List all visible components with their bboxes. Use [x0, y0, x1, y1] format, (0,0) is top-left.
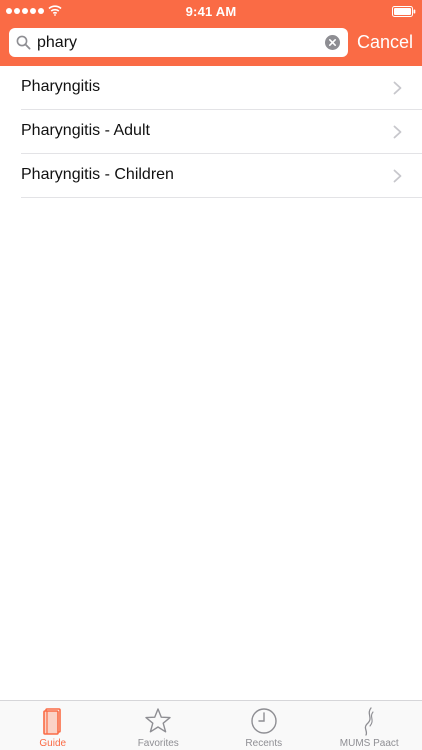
battery-icon — [392, 6, 416, 17]
search-icon — [16, 35, 31, 50]
mums-logo-icon — [365, 707, 374, 736]
list-item[interactable]: Pharyngitis - Adult — [21, 110, 422, 154]
chevron-right-icon — [393, 125, 402, 139]
clear-icon — [329, 39, 336, 46]
list-item-label: Pharyngitis — [21, 78, 101, 95]
tab-mums-paact[interactable]: MUMS Paact — [317, 701, 422, 750]
tab-recents[interactable]: Recents — [211, 701, 317, 750]
tab-favorites[interactable]: Favorites — [106, 701, 212, 750]
tab-label: Recents — [245, 738, 283, 749]
clock-icon — [251, 708, 277, 734]
list-item-label: Pharyngitis - Children — [21, 166, 174, 183]
book-icon — [42, 708, 61, 735]
list-item[interactable]: Pharyngitis — [21, 66, 422, 110]
tab-label: Favorites — [137, 738, 179, 749]
search-input[interactable] — [37, 28, 325, 57]
tab-label: MUMS Paact — [339, 738, 399, 749]
tab-bar: Guide Favorites Recents MUMS Paact — [0, 700, 422, 750]
cancel-button[interactable]: Cancel — [357, 31, 413, 53]
search-results-list: Pharyngitis Pharyngitis - Adult Pharyngi… — [0, 66, 422, 198]
search-field[interactable] — [9, 28, 348, 57]
status-time: 9:41 AM — [185, 4, 237, 19]
chevron-right-icon — [393, 81, 402, 95]
list-item-label: Pharyngitis - Adult — [21, 122, 150, 139]
star-icon — [145, 708, 171, 733]
header: 9:41 AM Cancel — [0, 0, 422, 66]
tab-label: Guide — [39, 738, 67, 749]
tab-guide[interactable]: Guide — [0, 701, 106, 750]
clear-search-button[interactable] — [325, 35, 340, 50]
status-bar: 9:41 AM — [0, 0, 422, 22]
list-item[interactable]: Pharyngitis - Children — [21, 154, 422, 198]
chevron-right-icon — [393, 169, 402, 183]
